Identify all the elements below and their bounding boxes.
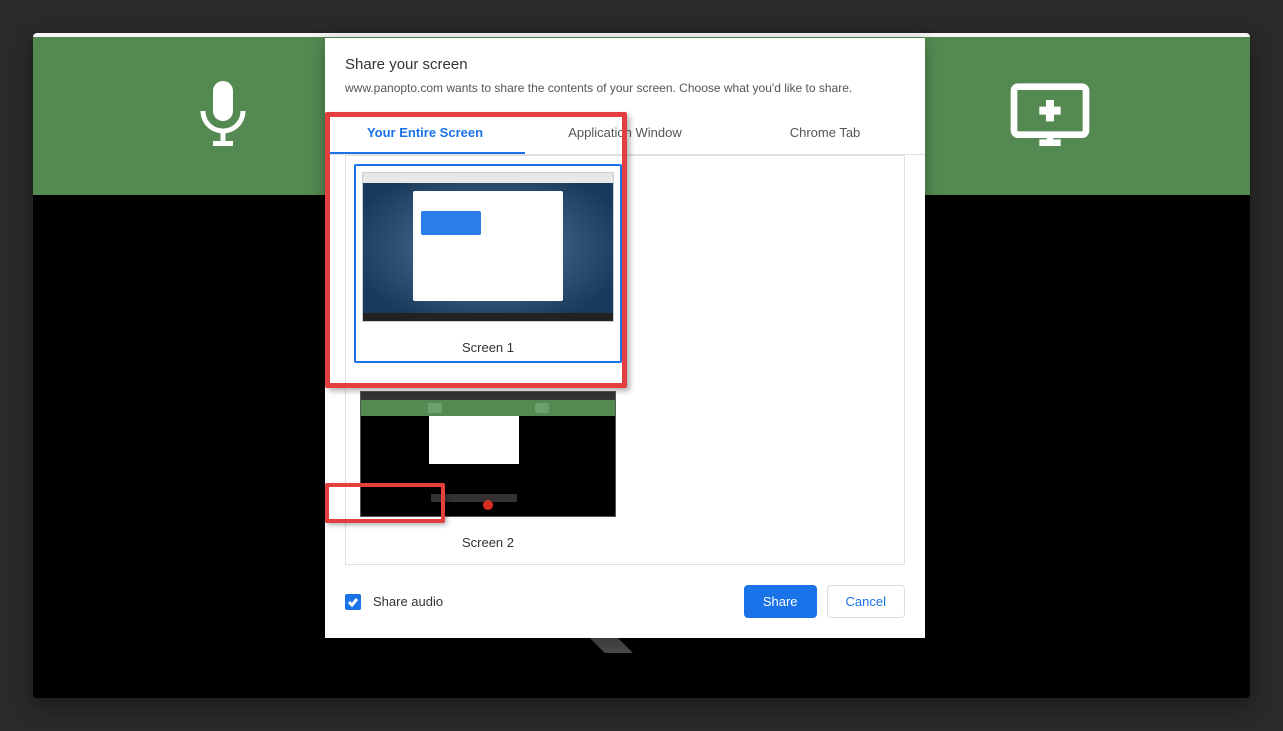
- share-button[interactable]: Share: [744, 585, 817, 618]
- footer-buttons: Share Cancel: [744, 585, 905, 618]
- share-tabs: Your Entire Screen Application Window Ch…: [325, 113, 925, 155]
- dialog-footer: Share audio Share Cancel: [325, 565, 925, 638]
- microphone-icon: [193, 81, 253, 151]
- screen-1-label: Screen 1: [362, 340, 614, 355]
- screen-option-1[interactable]: Screen 1: [354, 164, 622, 363]
- share-audio-option[interactable]: Share audio: [345, 594, 443, 610]
- dialog-title: Share your screen: [345, 56, 905, 73]
- tab-entire-screen[interactable]: Your Entire Screen: [325, 113, 525, 154]
- screen-1-thumbnail: [362, 172, 614, 322]
- screen-option-2[interactable]: Screen 2: [354, 377, 622, 556]
- add-screen-icon[interactable]: [1010, 81, 1090, 151]
- screen-2-label: Screen 2: [360, 535, 616, 550]
- dialog-header: Share your screen www.panopto.com wants …: [325, 38, 925, 105]
- dialog-subtitle: www.panopto.com wants to share the conte…: [345, 81, 905, 95]
- screen-2-thumbnail: [360, 391, 616, 517]
- tab-application-window[interactable]: Application Window: [525, 113, 725, 154]
- share-audio-checkbox[interactable]: [345, 594, 361, 610]
- tab-chrome-tab[interactable]: Chrome Tab: [725, 113, 925, 154]
- cancel-button[interactable]: Cancel: [827, 585, 905, 618]
- share-screen-dialog: Share your screen www.panopto.com wants …: [325, 38, 925, 638]
- share-audio-label: Share audio: [373, 594, 443, 609]
- screens-list: Screen 1 Screen 2: [345, 155, 905, 565]
- checkmark-icon: [347, 596, 359, 608]
